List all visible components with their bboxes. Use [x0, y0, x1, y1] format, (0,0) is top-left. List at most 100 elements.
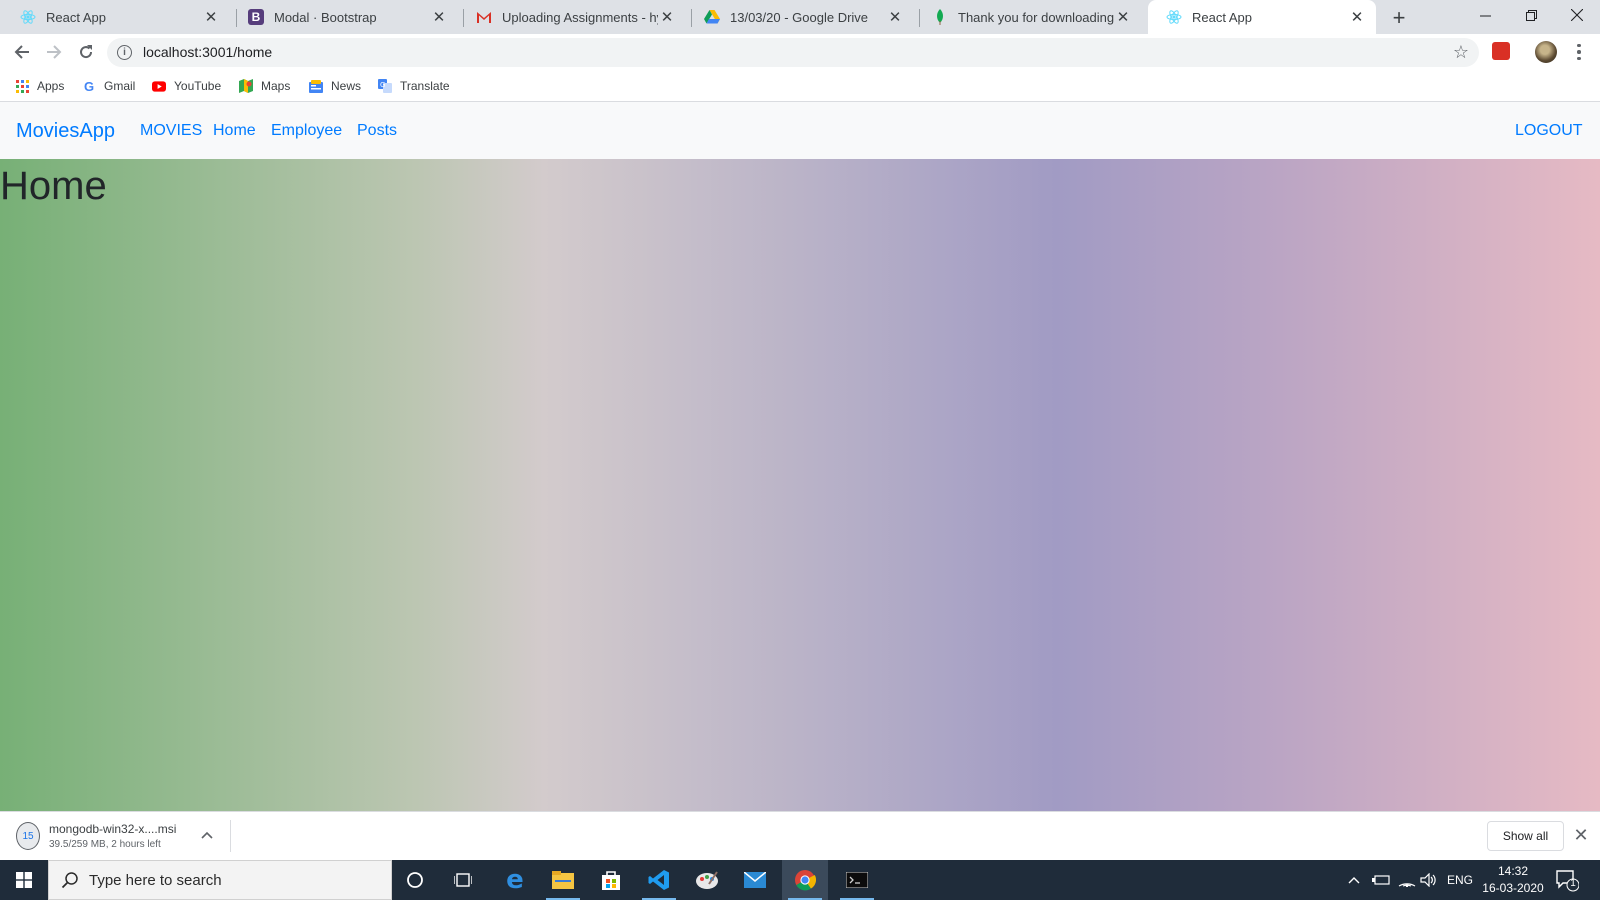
bookmark-maps[interactable]: Maps: [239, 76, 290, 96]
browser-toolbar: i localhost:3001/home ☆: [0, 34, 1600, 70]
reload-icon[interactable]: [72, 38, 100, 66]
notification-count: 1: [1570, 878, 1576, 889]
language-indicator[interactable]: ENG: [1447, 860, 1473, 900]
brand-link[interactable]: MoviesApp: [16, 120, 115, 143]
tab-label: Modal · Bootstrap: [274, 9, 377, 25]
bookmark-label: Apps: [37, 79, 65, 93]
minimize-icon[interactable]: [1462, 0, 1508, 30]
restore-icon[interactable]: [1508, 0, 1554, 30]
tab-bootstrap-modal[interactable]: B Modal · Bootstrap ✕: [230, 0, 458, 34]
google-icon: G: [83, 78, 95, 94]
tab-mongodb-download[interactable]: Thank you for downloading Mc ✕: [914, 0, 1142, 34]
chrome-icon[interactable]: [782, 860, 828, 900]
tab-react-app-active[interactable]: React App ✕: [1148, 0, 1376, 34]
react-icon: [1166, 9, 1182, 25]
download-file-name[interactable]: mongodb-win32-x....msi: [49, 822, 176, 836]
page-title: Home: [0, 164, 107, 208]
wifi-icon[interactable]: [1398, 860, 1416, 900]
bookmarks-bar: Apps G Gmail YouTube Maps News G Transla…: [0, 70, 1600, 102]
clock-time: 14:32: [1497, 864, 1529, 878]
bookmark-label: YouTube: [174, 79, 222, 93]
windows-start-icon[interactable]: [0, 860, 48, 900]
tab-react-app-1[interactable]: React App ✕: [2, 0, 230, 34]
svg-text:G: G: [380, 81, 385, 89]
tab-strip: React App ✕ B Modal · Bootstrap ✕ Upload…: [0, 0, 1600, 34]
tab-google-drive[interactable]: 13/03/20 - Google Drive ✕: [686, 0, 914, 34]
bookmark-label: News: [331, 79, 362, 93]
mongodb-leaf-icon: [932, 9, 948, 25]
bookmark-translate[interactable]: G Translate: [378, 76, 450, 96]
close-window-icon[interactable]: [1554, 0, 1600, 30]
clock[interactable]: 14:32 16-03-2020: [1478, 863, 1548, 897]
battery-icon[interactable]: [1372, 860, 1390, 900]
close-icon[interactable]: ✕: [430, 8, 448, 26]
taskbar-search-input[interactable]: Type here to search: [48, 860, 392, 900]
nav-link-movies[interactable]: MOVIES: [140, 122, 202, 140]
forward-icon[interactable]: [40, 38, 68, 66]
translate-icon: G: [378, 79, 392, 93]
close-icon[interactable]: ✕: [1348, 8, 1366, 26]
volume-icon[interactable]: [1420, 860, 1438, 900]
site-info-icon[interactable]: i: [117, 45, 132, 60]
bootstrap-icon: B: [248, 9, 264, 25]
download-shelf: 15 mongodb-win32-x....msi 39.5/259 MB, 2…: [0, 811, 1600, 860]
bookmark-label: Gmail: [104, 79, 136, 93]
paint-icon[interactable]: [684, 860, 730, 900]
close-icon[interactable]: ✕: [1114, 8, 1132, 26]
tab-label: React App: [1192, 9, 1252, 25]
bookmark-label: Translate: [400, 79, 450, 93]
nav-link-home[interactable]: Home: [213, 122, 256, 140]
show-hidden-icons-chevron-up-icon[interactable]: [1348, 860, 1360, 900]
chevron-up-icon[interactable]: [198, 826, 216, 844]
windows-taskbar: Type here to search e ENG 14:32 16-03-20…: [0, 860, 1600, 900]
back-icon[interactable]: [8, 38, 36, 66]
bookmark-gmail[interactable]: G Gmail: [82, 76, 135, 96]
tab-label: Uploading Assignments - hync: [502, 9, 658, 25]
react-icon: [20, 9, 36, 25]
close-icon[interactable]: ✕: [886, 8, 904, 26]
tab-gmail[interactable]: Uploading Assignments - hync ✕: [458, 0, 686, 34]
bookmark-youtube[interactable]: YouTube: [152, 76, 221, 96]
extension-icon[interactable]: [1492, 42, 1510, 60]
new-tab-button[interactable]: +: [1386, 5, 1412, 31]
terminal-icon[interactable]: [834, 860, 880, 900]
maps-icon: [239, 79, 253, 93]
url-text: localhost:3001/home: [143, 44, 273, 60]
logout-link[interactable]: LOGOUT: [1515, 122, 1583, 140]
cortana-icon[interactable]: [392, 860, 438, 900]
apps-grid-icon: [15, 79, 29, 93]
youtube-icon: [152, 79, 166, 93]
news-icon: [309, 79, 323, 93]
nav-link-employee[interactable]: Employee: [271, 122, 342, 140]
google-drive-icon: [704, 9, 720, 25]
nav-link-posts[interactable]: Posts: [357, 122, 397, 140]
task-view-icon[interactable]: [440, 860, 486, 900]
close-icon[interactable]: ✕: [1572, 825, 1590, 845]
show-all-button[interactable]: Show all: [1487, 821, 1564, 851]
mail-icon[interactable]: [732, 860, 778, 900]
gmail-icon: [476, 9, 492, 25]
chrome-menu-icon[interactable]: [1574, 41, 1584, 63]
close-icon[interactable]: ✕: [658, 8, 676, 26]
store-icon[interactable]: [588, 860, 634, 900]
action-center-icon[interactable]: 1: [1555, 868, 1580, 892]
bookmark-label: Maps: [261, 79, 291, 93]
installer-file-icon[interactable]: 15: [16, 822, 40, 850]
search-placeholder: Type here to search: [89, 872, 222, 889]
page-content: Home: [0, 159, 1600, 811]
download-status: 39.5/259 MB, 2 hours left: [49, 839, 161, 850]
divider: [230, 820, 231, 852]
search-icon: [61, 871, 79, 894]
address-bar[interactable]: i localhost:3001/home ☆: [107, 38, 1479, 67]
app-navbar: MoviesApp MOVIES Home Employee Posts LOG…: [0, 102, 1600, 159]
bookmark-star-icon[interactable]: ☆: [1453, 42, 1469, 63]
avatar[interactable]: [1535, 41, 1557, 63]
close-icon[interactable]: ✕: [202, 8, 220, 26]
file-explorer-icon[interactable]: [540, 860, 586, 900]
vscode-icon[interactable]: [636, 860, 682, 900]
clock-date: 16-03-2020: [1482, 881, 1544, 895]
bookmark-apps[interactable]: Apps: [15, 76, 64, 96]
edge-icon[interactable]: e: [492, 860, 538, 900]
tab-label: Thank you for downloading Mc: [958, 9, 1114, 25]
bookmark-news[interactable]: News: [309, 76, 361, 96]
